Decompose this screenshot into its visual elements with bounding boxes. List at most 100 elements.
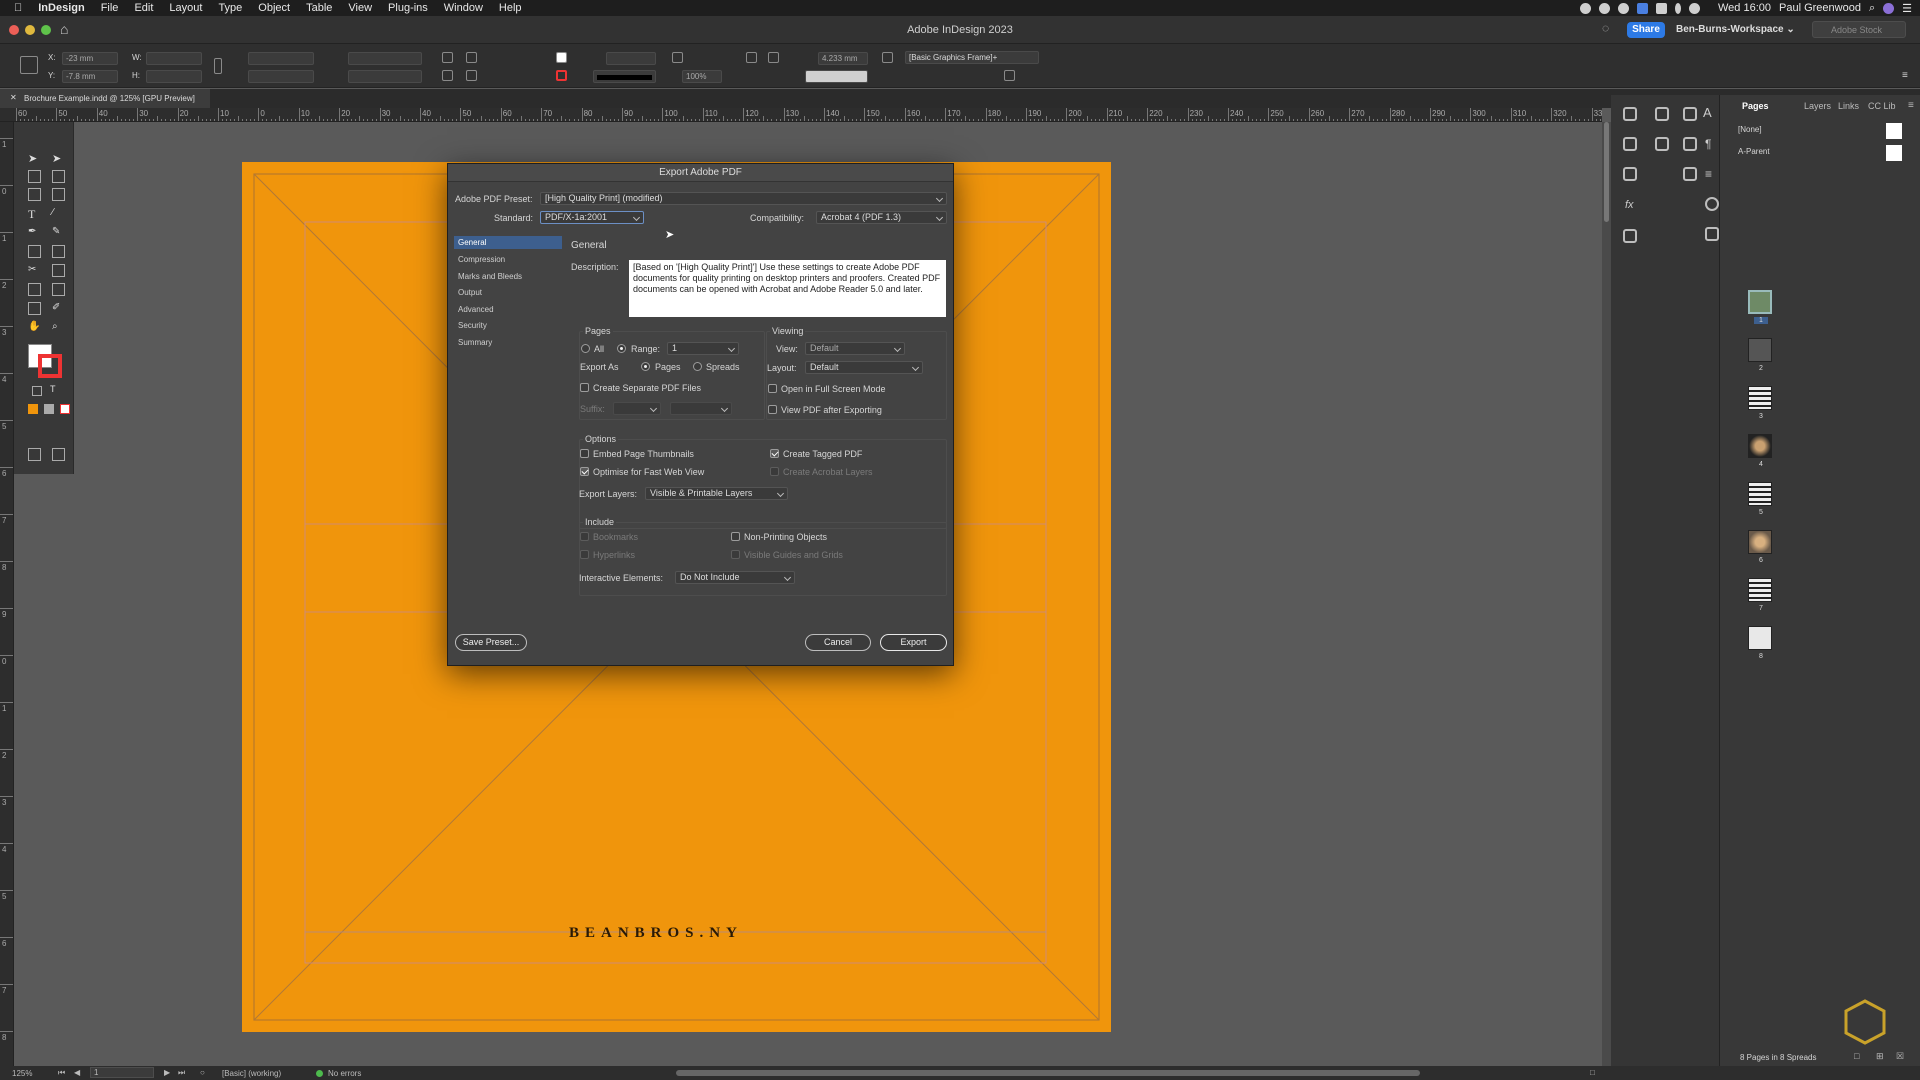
range-field[interactable]: 1: [667, 342, 739, 355]
w-field[interactable]: [146, 52, 202, 65]
page-thumb-6[interactable]: [1748, 530, 1772, 554]
shear-field[interactable]: [348, 70, 422, 83]
selection-tool-icon[interactable]: ➤: [28, 152, 41, 165]
stroke-swatch-icon[interactable]: [556, 70, 567, 81]
first-page-icon[interactable]: ⏮: [58, 1068, 65, 1078]
apply-none-icon[interactable]: [60, 404, 70, 414]
optimise-web-checkbox[interactable]: [580, 467, 589, 476]
object-styles-icon[interactable]: [1623, 229, 1637, 243]
stroke-weight-field[interactable]: [606, 52, 656, 65]
text-wrap-icon[interactable]: [1705, 197, 1719, 211]
menu-app[interactable]: InDesign: [30, 2, 92, 14]
compatibility-select[interactable]: Acrobat 4 (PDF 1.3): [816, 211, 947, 224]
non-printing-checkbox[interactable]: [731, 532, 740, 541]
gradient-feather-tool-icon[interactable]: [52, 283, 65, 296]
style-status[interactable]: [Basic] (working): [222, 1069, 281, 1078]
bluetooth-icon[interactable]: [1674, 2, 1681, 14]
next-page-icon[interactable]: ▶: [164, 1068, 170, 1077]
page-thumb-4[interactable]: [1748, 434, 1772, 458]
apply-gradient-icon[interactable]: [44, 404, 54, 414]
direct-selection-tool-icon[interactable]: ➤: [52, 152, 65, 165]
distribute-icon[interactable]: [768, 52, 779, 63]
page-size-icon[interactable]: □: [1854, 1051, 1859, 1061]
gap-tool-icon[interactable]: [52, 170, 65, 183]
guides-grids-checkbox[interactable]: [731, 550, 740, 559]
bookmarks-checkbox[interactable]: [580, 532, 589, 541]
menu-window[interactable]: Window: [436, 2, 491, 14]
align-panel-icon[interactable]: [1623, 137, 1637, 151]
preflight-status[interactable]: No errors: [328, 1069, 361, 1078]
glyphs-icon[interactable]: [1655, 137, 1669, 151]
character-icon[interactable]: A: [1703, 105, 1712, 120]
color-panel-icon[interactable]: [1683, 167, 1697, 181]
page-number-field[interactable]: 1: [90, 1067, 154, 1078]
category-advanced[interactable]: Advanced: [454, 303, 562, 316]
brochure-logo-text[interactable]: BEANBROS.NY: [569, 925, 743, 942]
mail-icon[interactable]: [1636, 2, 1648, 14]
close-tab-icon[interactable]: ✕: [10, 93, 17, 102]
rotation-field[interactable]: [348, 52, 422, 65]
spotlight-icon[interactable]: ⌕: [1869, 2, 1875, 15]
apple-icon[interactable]: : [0, 2, 30, 14]
delete-page-icon[interactable]: ☒: [1896, 1051, 1904, 1062]
layout-select[interactable]: Default: [805, 361, 923, 374]
separate-pdf-checkbox[interactable]: [580, 383, 589, 392]
category-security[interactable]: Security: [454, 319, 562, 332]
user-name[interactable]: Paul Greenwood: [1779, 2, 1861, 14]
acrobat-layers-checkbox[interactable]: [770, 467, 779, 476]
menu-layout[interactable]: Layout: [161, 2, 210, 14]
control-center-icon[interactable]: ☰: [1902, 2, 1912, 15]
all-radio[interactable]: [581, 344, 590, 353]
content-placer-icon[interactable]: [52, 188, 65, 201]
page-tool-icon[interactable]: [28, 170, 41, 183]
paragraph-styles-icon[interactable]: ≡: [1705, 167, 1712, 181]
preset-select[interactable]: [High Quality Print] (modified): [540, 192, 947, 205]
fill-stroke-swatch-icon[interactable]: [28, 344, 62, 378]
open-page-icon[interactable]: ○: [200, 1068, 205, 1077]
vertical-scrollbar[interactable]: [1602, 122, 1611, 1066]
cancel-button[interactable]: Cancel: [805, 634, 871, 651]
stroke-panel-icon[interactable]: [1683, 107, 1697, 121]
pathfinder-icon[interactable]: [1623, 167, 1637, 181]
pen-tool-icon[interactable]: ✒: [28, 226, 41, 239]
zoom-level[interactable]: 125%: [12, 1069, 32, 1078]
y-field[interactable]: -7.8 mm: [62, 70, 118, 83]
x-field[interactable]: -23 mm: [62, 52, 118, 65]
cc-libraries-icon[interactable]: [1655, 107, 1669, 121]
scale-y-field[interactable]: [248, 70, 314, 83]
creative-cloud-icon[interactable]: [1598, 2, 1610, 14]
page-thumb-5[interactable]: [1748, 482, 1772, 506]
save-preset-button[interactable]: Save Preset...: [455, 634, 527, 651]
screen-icon[interactable]: [1655, 2, 1667, 14]
stock-search-input[interactable]: Adobe Stock: [1812, 21, 1906, 38]
tab-cc-lib[interactable]: CC Lib: [1868, 101, 1896, 111]
flip-icon[interactable]: [442, 70, 453, 81]
reference-point-icon[interactable]: [20, 56, 38, 74]
menu-file[interactable]: File: [93, 2, 127, 14]
suffix-field[interactable]: [613, 402, 661, 415]
scrollbar-thumb[interactable]: [1604, 122, 1609, 222]
workspace-switcher[interactable]: Ben-Burns-Workspace ⌄: [1676, 24, 1795, 35]
zoom-tool-icon[interactable]: ⌕: [52, 321, 65, 334]
fill-swatch-icon[interactable]: [556, 52, 567, 63]
frame-stroke-field[interactable]: 4.233 mm: [818, 52, 868, 65]
clock[interactable]: Wed 16:00: [1718, 2, 1771, 14]
formatting-text-icon[interactable]: T: [50, 384, 63, 397]
swatches-panel-icon[interactable]: [1683, 137, 1697, 151]
description-box[interactable]: [Based on '[High Quality Print]'] Use th…: [629, 260, 946, 317]
embed-thumbnails-checkbox[interactable]: [580, 449, 589, 458]
rectangle-tool-icon[interactable]: [52, 245, 65, 258]
menu-type[interactable]: Type: [210, 2, 250, 14]
hyperlinks-checkbox[interactable]: [580, 550, 589, 559]
page-thumb-8[interactable]: [1748, 626, 1772, 650]
view-select[interactable]: Default: [805, 342, 905, 355]
tab-layers[interactable]: Layers: [1804, 101, 1831, 111]
rotate-icon[interactable]: [442, 52, 453, 63]
free-transform-tool-icon[interactable]: [52, 264, 65, 277]
view-after-export-checkbox[interactable]: [768, 405, 777, 414]
vertical-ruler[interactable]: 1 0 1 2 3 4 5 6 7 8 9 0 1 2 3 4 5 6 7 8: [0, 122, 14, 1066]
paragraph-icon[interactable]: ¶: [1705, 137, 1711, 151]
standard-select[interactable]: PDF/X-1a:2001: [540, 211, 644, 224]
stroke-icon[interactable]: [38, 354, 62, 378]
full-screen-checkbox[interactable]: [768, 384, 777, 393]
